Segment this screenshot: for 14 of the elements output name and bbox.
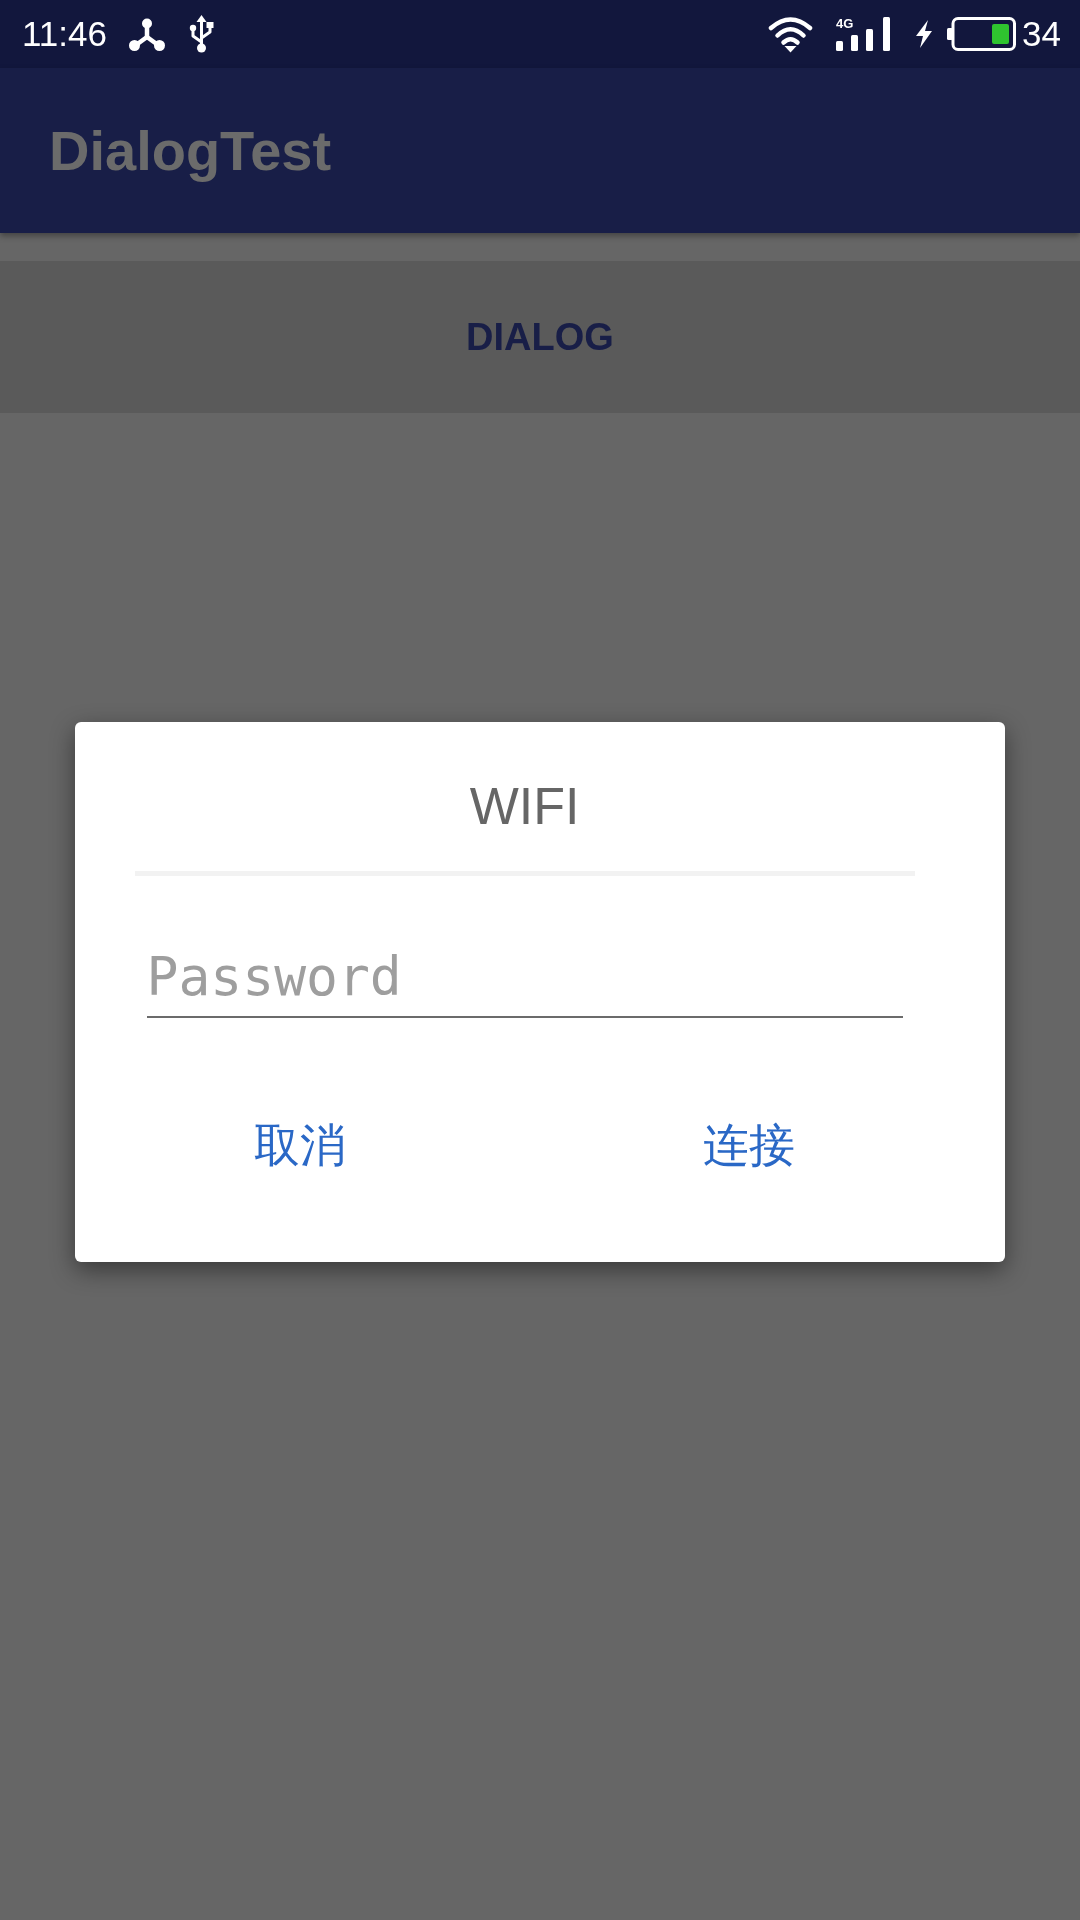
battery-percent: 34 (1022, 14, 1061, 54)
connect-button[interactable]: 连接 (524, 1085, 974, 1205)
charging-bolt-icon (914, 20, 935, 48)
signal-bars-icon (836, 17, 892, 51)
usb-icon (189, 15, 214, 53)
password-field[interactable]: Password (146, 936, 903, 1018)
dialog-title: WIFI (469, 776, 580, 837)
battery-icon (947, 17, 1017, 51)
cancel-button[interactable]: 取消 (75, 1085, 525, 1205)
app-title: DialogTest (49, 117, 332, 184)
nodes-icon (129, 17, 165, 51)
wifi-icon (768, 15, 814, 53)
network-type-label: 4G (836, 17, 854, 30)
status-time: 11:46 (22, 14, 107, 54)
